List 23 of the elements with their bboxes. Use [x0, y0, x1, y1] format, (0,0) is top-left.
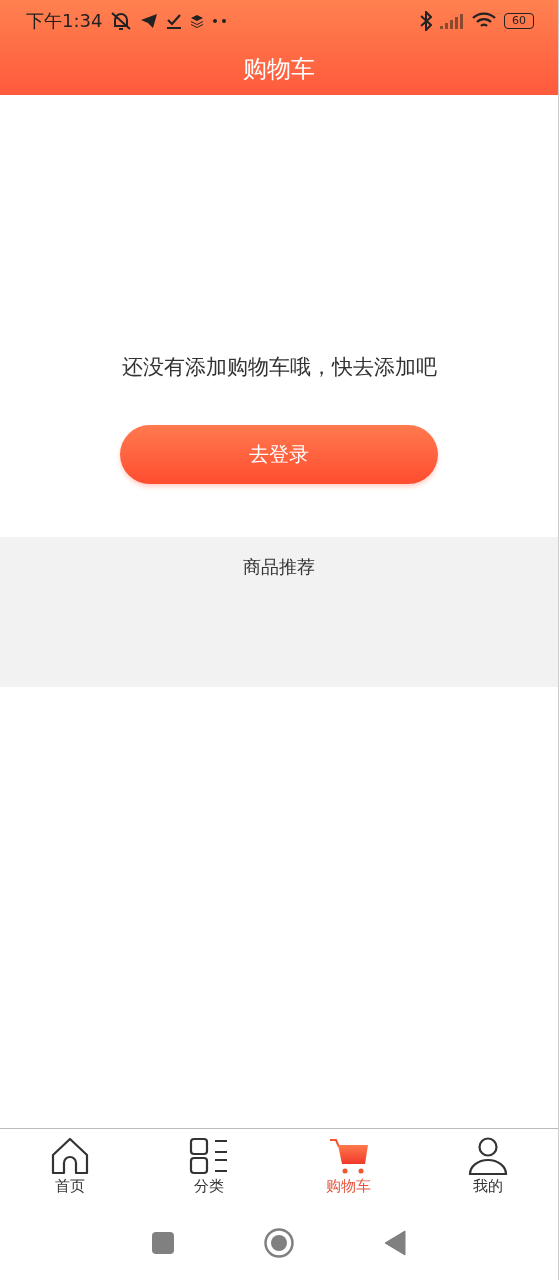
page-title: 购物车	[243, 53, 315, 85]
battery-icon: 60	[504, 13, 534, 29]
home-button-icon[interactable]	[264, 1227, 294, 1258]
empty-cart-message: 还没有添加购物车哦，快去添加吧	[121, 354, 437, 381]
recents-icon[interactable]	[152, 1231, 174, 1254]
tab-bar-item[interactable]: 我的	[418, 1129, 558, 1205]
tab-bar-item[interactable]: 首页	[0, 1129, 140, 1205]
bluetooth-icon	[420, 11, 432, 31]
home-icon	[49, 1137, 90, 1175]
check-icon	[166, 13, 183, 29]
tab-bar-item[interactable]: 分类	[139, 1129, 279, 1205]
category-icon	[189, 1137, 230, 1175]
layers-icon	[190, 14, 205, 28]
muted-bell-icon	[110, 11, 133, 31]
signal-icon	[440, 13, 464, 29]
cart-icon	[328, 1137, 369, 1175]
profile-icon	[468, 1137, 509, 1175]
back-icon[interactable]	[384, 1229, 406, 1256]
status-time: 下午1:34	[26, 9, 103, 33]
recommendations-title: 商品推荐	[243, 555, 315, 577]
send-icon	[140, 13, 159, 29]
tab-bar-item[interactable]: 购物车	[279, 1129, 419, 1205]
more-dots-icon	[212, 18, 229, 24]
